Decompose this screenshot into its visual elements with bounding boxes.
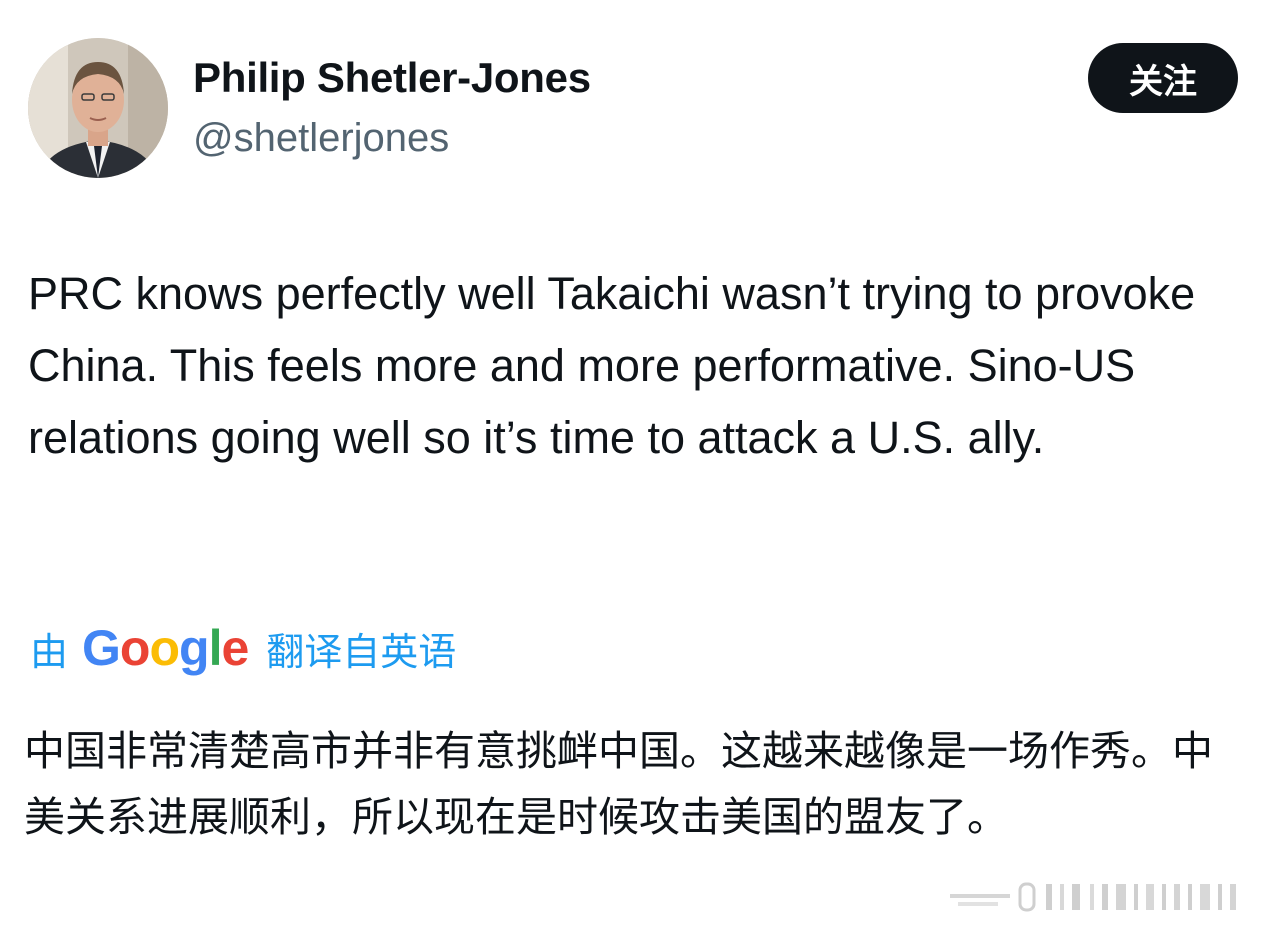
user-handle[interactable]: @shetlerjones xyxy=(193,116,449,161)
watermark-barcode-icon xyxy=(950,882,1236,912)
translated-by-google-link[interactable]: 由 G o o g l e 翻译自英语 xyxy=(30,618,456,678)
user-avatar-icon xyxy=(28,38,168,178)
translation-prefix: 由 xyxy=(30,629,69,674)
translated-tweet-text: 中国非常清楚高市并非有意挑衅中国。这越来越像是一场作秀。中美关系进展顺利，所以现… xyxy=(24,727,1213,841)
google-logo-letter: o xyxy=(119,620,151,676)
google-logo-letter: l xyxy=(208,620,223,676)
tweet-header: Philip Shetler-Jones @shetlerjones 关注 xyxy=(28,38,1238,178)
google-logo-letter: G xyxy=(82,620,121,676)
google-logo-letter: g xyxy=(179,620,210,676)
google-logo-letter: e xyxy=(221,620,249,676)
avatar[interactable] xyxy=(28,38,168,178)
tweet-text: PRC knows perfectly well Takaichi wasn’t… xyxy=(28,268,1196,463)
google-logo-letter: o xyxy=(149,620,180,676)
translation-source-language: 翻译自英语 xyxy=(266,629,457,674)
google-logo: G o o g l e xyxy=(82,619,249,677)
display-name[interactable]: Philip Shetler-Jones xyxy=(193,54,591,102)
follow-button[interactable]: 关注 xyxy=(1088,43,1238,113)
